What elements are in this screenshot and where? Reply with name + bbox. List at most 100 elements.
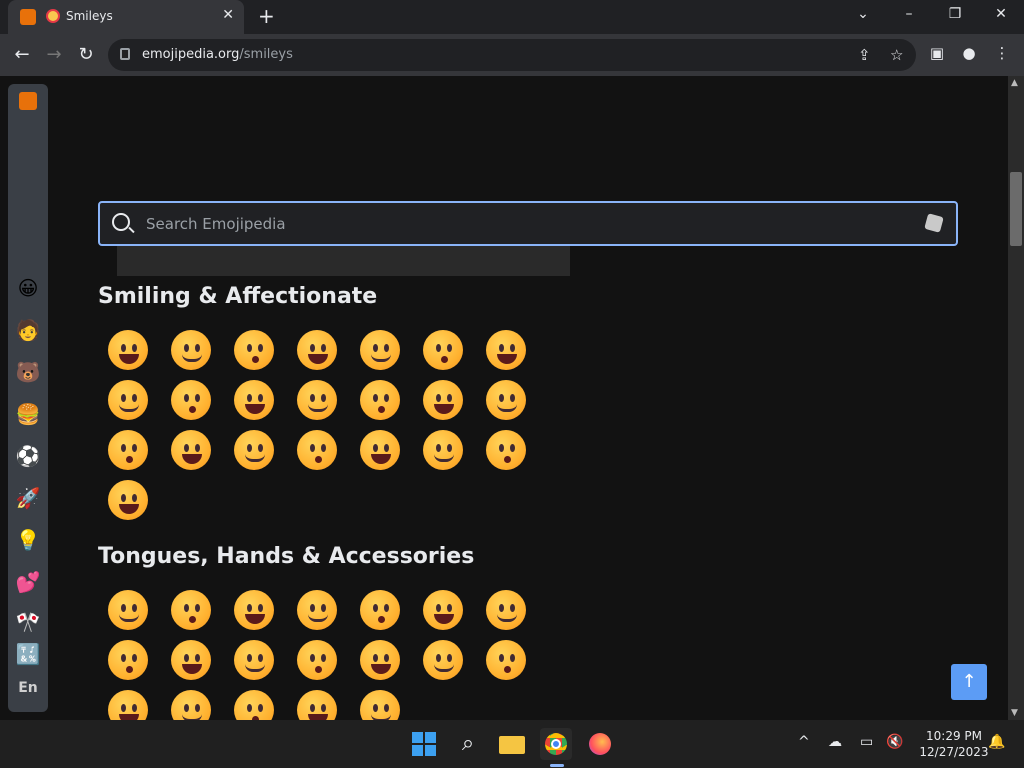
emojipedia-logo-icon[interactable] [19, 92, 37, 110]
scroll-down-arrow[interactable]: ▼ [1011, 708, 1018, 718]
emoji-tile[interactable] [484, 588, 528, 632]
emoji-tile[interactable] [169, 638, 213, 682]
emoji-tile[interactable] [169, 328, 213, 372]
emoji-tile[interactable] [106, 588, 150, 632]
emoji-face-icon [486, 330, 526, 370]
onedrive-icon[interactable]: ☁ [828, 734, 842, 750]
emoji-tile[interactable] [358, 328, 402, 372]
lightbulb-category-icon[interactable]: 💡 [14, 526, 42, 554]
emoji-tile[interactable] [421, 638, 465, 682]
random-dice-icon[interactable] [924, 213, 944, 233]
emoji-tile[interactable] [484, 378, 528, 422]
menu-kebab-icon[interactable]: ⋮ [992, 44, 1012, 62]
side-panel-icon[interactable]: ▣ [927, 44, 947, 62]
lock-icon[interactable] [120, 48, 130, 60]
hearts-category-icon[interactable]: 💕 [14, 568, 42, 596]
emoji-tile[interactable] [421, 378, 465, 422]
emoji-face-icon [297, 330, 337, 370]
emoji-face-icon [234, 640, 274, 680]
system-clock[interactable]: 10:29 PM 12/27/2023 [914, 728, 994, 760]
page-scrollbar[interactable]: ▲ ▼ [1008, 76, 1024, 720]
person-category-icon[interactable]: 🧑 [14, 316, 42, 344]
emoji-tile[interactable] [106, 688, 150, 720]
emoji-tile[interactable] [169, 428, 213, 472]
search-input[interactable] [146, 213, 906, 235]
smiley-category-icon[interactable]: 😀 [14, 274, 42, 302]
emoji-tile[interactable] [232, 688, 276, 720]
taskbar-search-icon[interactable]: ⌕ [452, 728, 484, 760]
emoji-tile[interactable] [358, 688, 402, 720]
emoji-tile[interactable] [169, 688, 213, 720]
emoji-tile[interactable] [106, 478, 150, 522]
restore-button[interactable]: ❐ [940, 6, 970, 22]
tab-strip: Smileys ✕ + ⌄ – ❐ ✕ [0, 0, 1024, 34]
burger-category-icon[interactable]: 🍔 [14, 400, 42, 428]
profile-icon[interactable]: ● [959, 44, 979, 62]
scrollbar-thumb[interactable] [1010, 172, 1022, 246]
emoji-face-icon [360, 690, 400, 720]
chrome-taskbar-icon[interactable] [540, 728, 572, 760]
windows-start-icon[interactable] [408, 728, 440, 760]
emoji-tile[interactable] [421, 588, 465, 632]
emoji-tile[interactable] [232, 638, 276, 682]
new-tab-button[interactable]: + [258, 4, 275, 28]
minimize-button[interactable]: – [894, 6, 924, 22]
share-icon[interactable]: ⇪ [858, 46, 871, 64]
emoji-tile[interactable] [358, 428, 402, 472]
network-icon[interactable]: ▭ [860, 734, 873, 750]
emoji-face-icon [360, 590, 400, 630]
emoji-tile[interactable] [232, 428, 276, 472]
emoji-tile[interactable] [232, 378, 276, 422]
emoji-tile[interactable] [484, 328, 528, 372]
language-selector[interactable]: En [8, 680, 48, 696]
emoji-tile[interactable] [232, 328, 276, 372]
tab-smileys[interactable]: Smileys ✕ [8, 0, 244, 34]
emoji-tile[interactable] [295, 378, 339, 422]
emoji-face-icon [423, 380, 463, 420]
reload-button[interactable]: ↻ [74, 44, 98, 65]
bookmark-star-icon[interactable]: ☆ [890, 46, 903, 64]
rocket-category-icon[interactable]: 🚀 [14, 484, 42, 512]
emoji-tile[interactable] [106, 328, 150, 372]
emoji-face-icon [360, 430, 400, 470]
scroll-to-top-button[interactable]: ↑ [951, 664, 987, 700]
emoji-tile[interactable] [295, 688, 339, 720]
emoji-tile[interactable] [358, 378, 402, 422]
back-button[interactable]: ← [10, 44, 34, 65]
symbols-category-icon[interactable]: 🔣 [14, 640, 42, 668]
flags-category-icon[interactable]: 🎌 [14, 608, 42, 636]
notification-bell-icon[interactable]: 🔔 [988, 734, 1005, 750]
soccer-category-icon[interactable]: ⚽ [14, 442, 42, 470]
emoji-tile[interactable] [484, 428, 528, 472]
emoji-tile[interactable] [169, 588, 213, 632]
tab-search-icon[interactable]: ⌄ [848, 6, 878, 22]
file-explorer-icon[interactable] [496, 728, 528, 760]
address-bar[interactable]: emojipedia.org/smileys ⇪ ☆ [108, 39, 916, 71]
emoji-tile[interactable] [421, 328, 465, 372]
firefox-taskbar-icon[interactable] [584, 728, 616, 760]
emoji-tile[interactable] [295, 638, 339, 682]
emoji-tile[interactable] [484, 638, 528, 682]
emoji-tile[interactable] [358, 638, 402, 682]
section-title-smiling: Smiling & Affectionate [98, 284, 378, 309]
emoji-tile[interactable] [295, 588, 339, 632]
emoji-tile[interactable] [106, 638, 150, 682]
scroll-up-arrow[interactable]: ▲ [1011, 78, 1018, 88]
tab-title: Smileys [66, 9, 113, 23]
emoji-tile[interactable] [169, 378, 213, 422]
emoji-tile[interactable] [106, 428, 150, 472]
tray-overflow-icon[interactable]: ^ [798, 734, 810, 750]
emoji-tile[interactable] [421, 428, 465, 472]
volume-muted-icon[interactable]: 🔇 [886, 734, 903, 750]
tab-close-icon[interactable]: ✕ [222, 7, 234, 23]
bear-category-icon[interactable]: 🐻 [14, 358, 42, 386]
search-box[interactable] [98, 201, 958, 246]
emoji-tile[interactable] [232, 588, 276, 632]
emoji-tile[interactable] [295, 328, 339, 372]
emoji-tile[interactable] [295, 428, 339, 472]
emoji-tile[interactable] [358, 588, 402, 632]
emoji-tile[interactable] [106, 378, 150, 422]
emoji-face-icon [423, 430, 463, 470]
close-window-button[interactable]: ✕ [986, 6, 1016, 22]
forward-button[interactable]: → [42, 44, 66, 65]
